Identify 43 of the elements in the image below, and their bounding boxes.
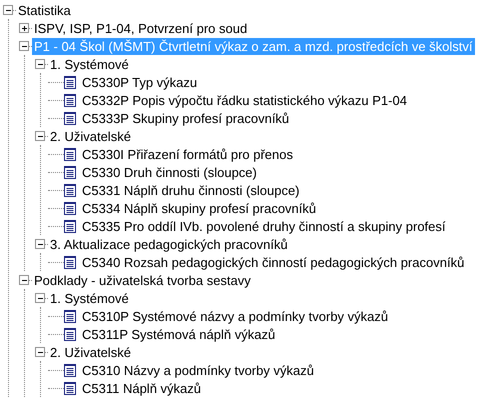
collapse-toggle[interactable] (35, 59, 45, 69)
tree-item[interactable]: C5330P Typ výkazu (80, 74, 200, 90)
document-icon (64, 364, 76, 376)
tree-item[interactable]: C5330I Přiřazení formátů pro přenos (80, 146, 295, 162)
document-icon (64, 310, 76, 322)
collapse-toggle[interactable] (3, 5, 13, 15)
document-icon (64, 94, 76, 106)
tree-item[interactable]: C5332P Popis výpočtu řádku statistického výkazu P1-04 (80, 92, 409, 108)
tree-item[interactable]: 1. Systémové (48, 56, 131, 72)
tree-item[interactable]: C5340 Rozsah pedagogických činností pedagogických pracovníků (80, 254, 466, 270)
tree-item[interactable]: C5310P Systémové názvy a podmínky tvorby výkazů (80, 308, 390, 324)
collapse-toggle[interactable] (35, 239, 45, 249)
document-icon (64, 220, 76, 232)
tree-item[interactable]: C5335 Pro oddíl IVb. povolené druhy činností a skupiny profesí (80, 218, 448, 234)
collapse-toggle[interactable] (35, 131, 45, 141)
document-icon (64, 148, 76, 160)
tree-item[interactable]: ISPV, ISP, P1-04, Potvrzení pro soud (32, 20, 250, 36)
tree-item[interactable]: 2. Uživatelské (48, 344, 133, 360)
tree-item[interactable]: C5331 Náplň druhu činnosti (sloupce) (80, 182, 302, 198)
tree-item[interactable]: C5333P Skupiny profesí pracovníků (80, 110, 292, 126)
tree-item[interactable]: Podklady - uživatelská tvorba sestavy (32, 272, 253, 288)
collapse-toggle[interactable] (19, 41, 29, 51)
collapse-toggle[interactable] (35, 293, 45, 303)
document-icon (64, 202, 76, 214)
tree-item[interactable]: C5311 Náplň výkazů (80, 380, 203, 396)
tree-item[interactable]: C5310 Názvy a podmínky tvorby výkazů (80, 362, 316, 378)
expand-toggle[interactable] (19, 23, 29, 33)
tree-item[interactable]: 3. Aktualizace pedagogických pracovníků (48, 236, 290, 252)
document-icon (64, 184, 76, 196)
collapse-toggle[interactable] (35, 347, 45, 357)
tree-item[interactable]: C5311P Systémová náplň výkazů (80, 326, 278, 342)
tree-item[interactable]: Statistika (16, 2, 73, 18)
document-icon (64, 382, 76, 394)
collapse-toggle[interactable] (19, 275, 29, 285)
document-icon (64, 112, 76, 124)
tree-item[interactable]: C5334 Náplň skupiny profesí pracovníků (80, 200, 318, 216)
document-icon (64, 256, 76, 268)
tree-item[interactable]: C5330 Druh činnosti (sloupce) (80, 164, 259, 180)
document-icon (64, 166, 76, 178)
tree-item[interactable]: 2. Uživatelské (48, 128, 133, 144)
document-icon (64, 328, 76, 340)
tree-item[interactable]: 1. Systémové (48, 290, 131, 306)
document-icon (64, 76, 76, 88)
